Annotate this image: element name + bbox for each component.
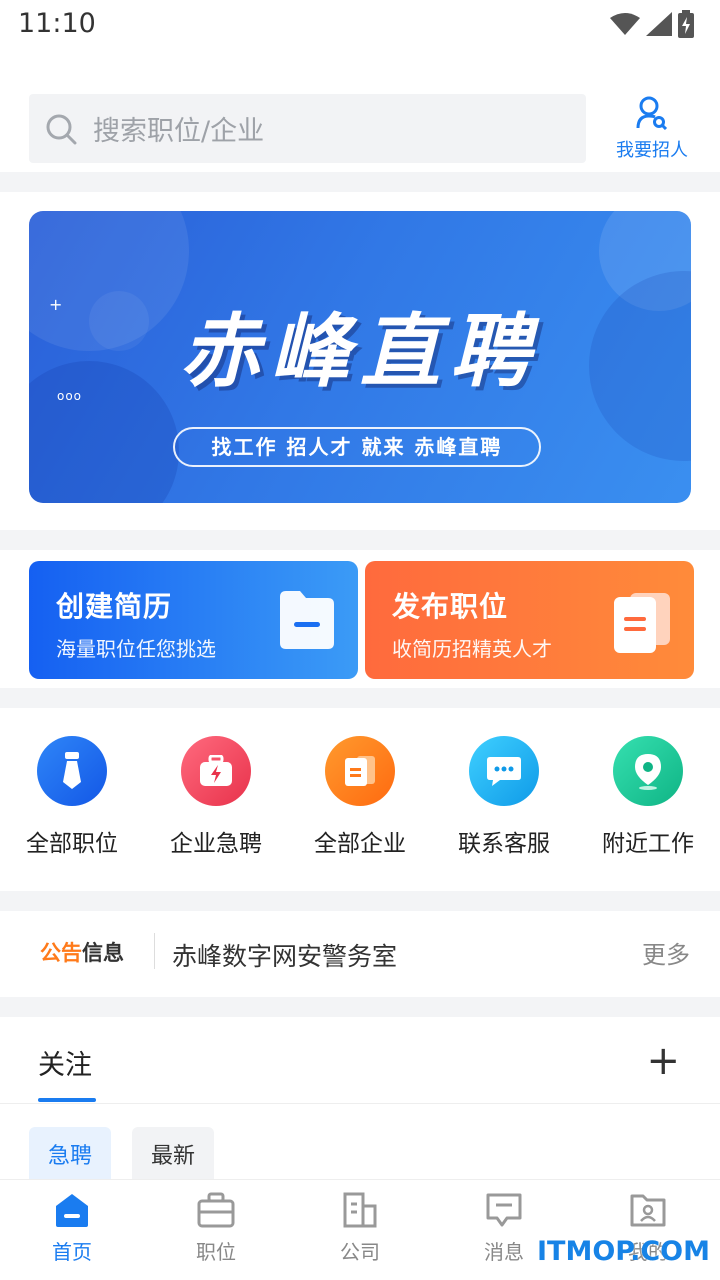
tab-home[interactable]: 首页	[0, 1192, 144, 1265]
nav-customer-service-label: 联系客服	[458, 831, 550, 857]
nav-customer-service-circle	[469, 736, 539, 806]
header: 搜索职位/企业 我要招人	[0, 50, 720, 172]
recruit-button[interactable]: 我要招人	[612, 96, 692, 162]
tab-home-label: 首页	[52, 1240, 92, 1264]
notice-bar[interactable]: 公告信息 赤峰数字网安警务室 更多	[0, 911, 720, 997]
follow-divider	[0, 1103, 720, 1104]
category-nav: 全部职位 企业急聘 全部企业 联系客服 附近工作	[0, 708, 720, 891]
nav-nearby-jobs-circle	[613, 736, 683, 806]
status-time: 11:10	[18, 8, 96, 39]
nav-all-companies[interactable]: 全部企业	[300, 736, 420, 858]
search-icon	[46, 114, 77, 144]
banner[interactable]: + ooo 赤峰直聘 找工作 招人才 就来 赤峰直聘	[29, 211, 691, 503]
tab-companies[interactable]: 公司	[288, 1192, 432, 1265]
notice-more-link[interactable]: 更多	[642, 935, 690, 970]
company-doc-icon	[345, 756, 375, 786]
recruit-label: 我要招人	[616, 140, 688, 161]
message-icon	[486, 1193, 522, 1227]
status-icons	[610, 10, 694, 38]
home-icon	[56, 1194, 88, 1227]
nav-nearby-jobs[interactable]: 附近工作	[588, 736, 708, 858]
battery-icon	[678, 10, 694, 38]
nav-urgent-hiring-label: 企业急聘	[170, 831, 262, 857]
banner-title: 赤峰直聘	[180, 305, 540, 398]
tab-jobs[interactable]: 职位	[144, 1192, 288, 1265]
search-input[interactable]: 搜索职位/企业	[29, 94, 586, 163]
notice-divider	[154, 933, 155, 969]
watermark-text: ITMOP.COM	[536, 1236, 710, 1267]
briefcase-bolt-icon	[200, 755, 232, 786]
nav-all-jobs[interactable]: 全部职位	[12, 736, 132, 858]
follow-tab[interactable]: 关注	[38, 1043, 92, 1082]
folder-icon	[280, 591, 334, 649]
notice-tag-a: 公告	[40, 941, 82, 965]
nav-nearby-jobs-label: 附近工作	[602, 831, 694, 857]
briefcase-icon	[197, 1192, 235, 1228]
wifi-icon	[610, 13, 640, 35]
tie-icon	[63, 752, 81, 789]
nav-customer-service[interactable]: 联系客服	[444, 736, 564, 858]
add-follow-button[interactable]: +	[646, 1041, 680, 1081]
signal-icon	[646, 12, 672, 36]
banner-subtitle: 找工作 招人才 就来 赤峰直聘	[173, 427, 541, 467]
chip-latest[interactable]: 最新	[132, 1127, 215, 1187]
tab-companies-label: 公司	[340, 1240, 380, 1264]
notice-tag: 公告信息	[40, 937, 124, 967]
post-job-card[interactable]: 发布职位 收简历招精英人才	[365, 561, 694, 679]
nav-all-jobs-circle	[37, 736, 107, 806]
location-pin-icon	[635, 754, 661, 790]
status-bar: 11:10	[0, 0, 720, 50]
tab-jobs-label: 职位	[196, 1240, 236, 1264]
nav-all-companies-label: 全部企业	[314, 831, 406, 857]
chip-urgent[interactable]: 急聘	[29, 1127, 112, 1187]
search-placeholder: 搜索职位/企业	[93, 116, 265, 147]
nav-all-jobs-label: 全部职位	[26, 831, 118, 857]
follow-tab-indicator	[38, 1098, 96, 1102]
banner-section: + ooo 赤峰直聘 找工作 招人才 就来 赤峰直聘	[0, 192, 720, 530]
profile-folder-icon	[630, 1194, 666, 1227]
nav-urgent-hiring[interactable]: 企业急聘	[156, 736, 276, 858]
notice-tag-b: 信息	[82, 941, 124, 965]
follow-section: 关注 + 急聘 最新	[0, 1017, 720, 1187]
recruit-user-icon	[636, 96, 668, 131]
notice-text[interactable]: 赤峰数字网安警务室	[172, 937, 397, 973]
nav-all-companies-circle	[325, 736, 395, 806]
quick-actions: 创建简历 海量职位任您挑选 发布职位 收简历招精英人才	[0, 550, 720, 688]
nav-urgent-hiring-circle	[181, 736, 251, 806]
create-resume-card[interactable]: 创建简历 海量职位任您挑选	[29, 561, 358, 679]
document-icon	[614, 593, 670, 653]
chat-bubble-icon	[487, 757, 521, 786]
building-icon	[343, 1192, 377, 1228]
